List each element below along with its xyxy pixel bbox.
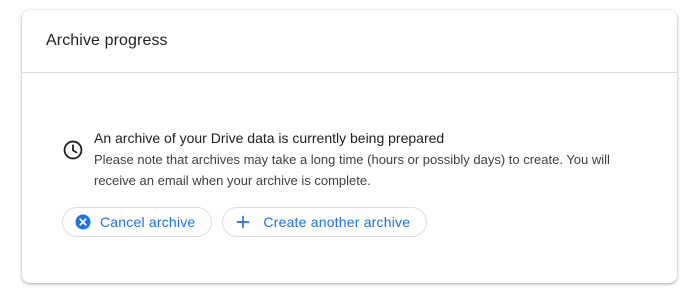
create-another-archive-label: Create another archive bbox=[263, 214, 411, 230]
archive-status: An archive of your Drive data is current… bbox=[62, 128, 654, 191]
card-header: Archive progress bbox=[22, 10, 677, 73]
status-headline: An archive of your Drive data is current… bbox=[94, 130, 445, 146]
status-note: Please note that archives may take a lon… bbox=[94, 152, 610, 188]
card-title: Archive progress bbox=[46, 32, 168, 49]
cancel-archive-button[interactable]: Cancel archive bbox=[62, 207, 213, 237]
status-text: An archive of your Drive data is current… bbox=[94, 128, 654, 191]
cancel-archive-label: Cancel archive bbox=[100, 214, 196, 230]
plus-icon bbox=[235, 214, 251, 230]
clock-icon bbox=[63, 140, 83, 160]
create-another-archive-button[interactable]: Create another archive bbox=[222, 207, 428, 237]
archive-progress-card: Archive progress An archive of your Driv… bbox=[22, 10, 677, 283]
action-buttons: Cancel archive Create another archive bbox=[62, 207, 428, 237]
cancel-circle-icon bbox=[75, 214, 91, 230]
